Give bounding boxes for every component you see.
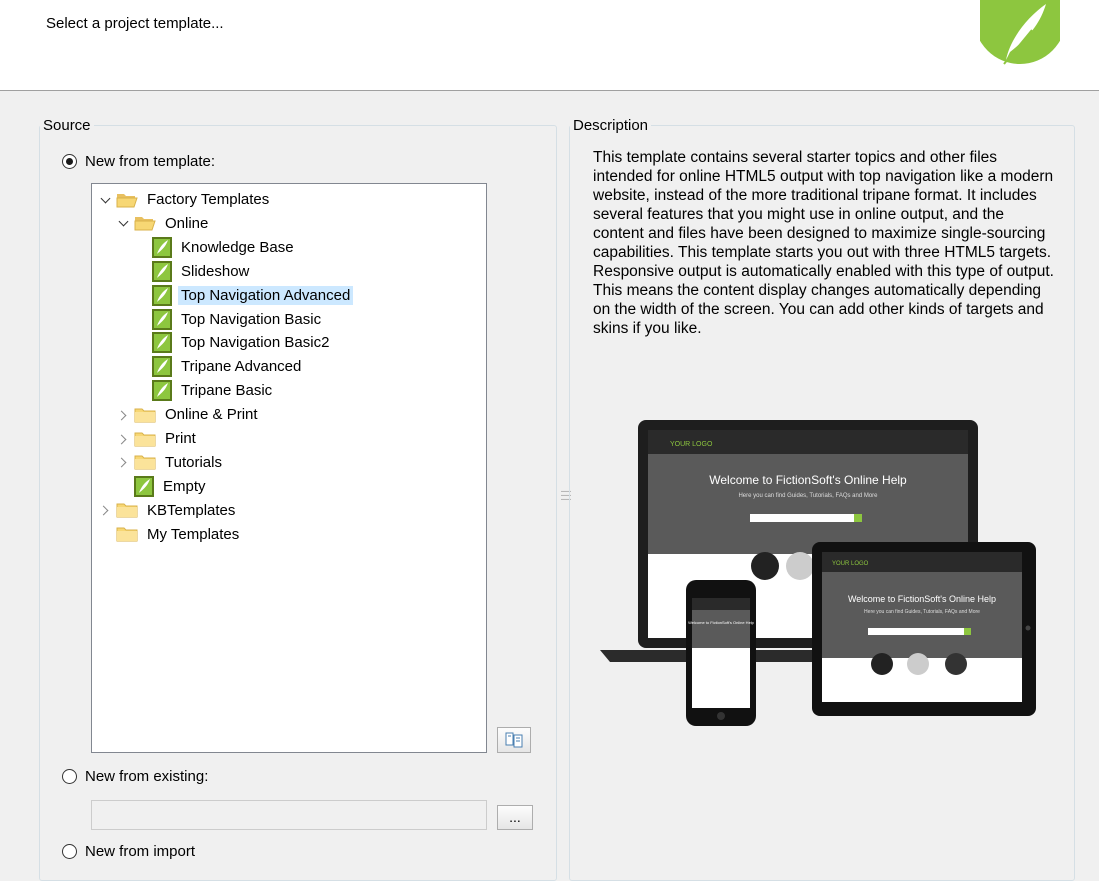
chevron-right-icon[interactable] xyxy=(100,504,112,516)
new-from-template-label: New from template: xyxy=(85,153,216,170)
template-icon xyxy=(152,356,172,378)
laptop-subheading: Here you can find Guides, Tutorials, FAQ… xyxy=(738,493,878,499)
tree-item-label: My Templates xyxy=(147,525,240,543)
tree-item[interactable]: Print xyxy=(118,427,199,450)
tree-item[interactable]: Top Navigation Basic2 xyxy=(136,331,332,354)
template-icon xyxy=(134,475,154,497)
tree-item-label: Tutorials xyxy=(165,453,222,471)
tree-item[interactable]: Top Navigation Basic xyxy=(136,308,324,331)
folder-icon xyxy=(134,455,156,470)
chevron-right-icon[interactable] xyxy=(118,456,130,468)
tree-item-label: Top Navigation Advanced xyxy=(178,285,354,305)
radio-unchecked-icon[interactable] xyxy=(62,844,77,859)
tree-item[interactable]: Tutorials xyxy=(118,451,225,474)
splitter-handle[interactable]: — — — xyxy=(561,487,571,505)
header-title: Select a project template... xyxy=(46,15,224,32)
tree-item[interactable]: Tripane Basic xyxy=(136,379,275,402)
new-from-import-radio[interactable]: New from import xyxy=(62,843,195,860)
tablet-logo-text: YOUR LOGO xyxy=(832,561,869,567)
chevron-right-icon[interactable] xyxy=(118,433,130,445)
template-icon xyxy=(152,284,172,306)
tree-item-label: Top Navigation Basic2 xyxy=(181,334,330,352)
tree-item[interactable]: Knowledge Base xyxy=(136,236,297,259)
template-tree[interactable]: Factory Templates Online Knowledge Base Sli… xyxy=(91,183,487,753)
folder-icon xyxy=(134,408,156,423)
template-icon xyxy=(152,380,172,402)
folder-icon xyxy=(134,432,156,446)
chevron-down-icon[interactable] xyxy=(100,194,112,206)
laptop-heading: Welcome to FictionSoft's Online Help xyxy=(709,473,907,487)
tree-item-label: Tripane Basic xyxy=(181,382,273,400)
description-legend: Description xyxy=(573,117,649,134)
radio-unchecked-icon[interactable] xyxy=(62,769,77,784)
tree-item[interactable]: Online & Print xyxy=(118,403,261,426)
existing-project-field[interactable] xyxy=(91,800,487,830)
chevron-down-icon[interactable] xyxy=(118,217,130,229)
tablet-subheading: Here you can find Guides, Tutorials, FAQ… xyxy=(864,609,980,615)
feather-logo-icon xyxy=(980,0,1060,65)
phone-heading: Welcome to FictionSoft's Online Help xyxy=(688,620,755,625)
tree-item-label: Knowledge Base xyxy=(181,238,294,256)
template-manager-icon xyxy=(505,732,523,748)
folder-icon xyxy=(116,527,138,542)
tree-item[interactable]: Tripane Advanced xyxy=(136,355,304,378)
browse-existing-button[interactable]: ... xyxy=(497,805,533,830)
folder-open-icon xyxy=(116,193,138,207)
template-icon xyxy=(152,236,172,258)
chevron-right-icon[interactable] xyxy=(118,409,130,421)
tree-item-label: Empty xyxy=(163,477,206,495)
source-legend: Source xyxy=(43,117,91,134)
folder-icon xyxy=(116,503,138,518)
tree-item[interactable]: My Templates xyxy=(100,523,242,546)
tree-item-label: Online & Print xyxy=(165,406,258,424)
tree-item-label: Online xyxy=(165,214,209,232)
template-icon xyxy=(152,308,172,330)
tree-item-label: Slideshow xyxy=(181,262,250,280)
template-icon xyxy=(152,332,172,354)
open-templates-folder-button[interactable] xyxy=(497,727,531,753)
tree-item[interactable]: KBTemplates xyxy=(100,499,238,522)
tree-item-label: Print xyxy=(165,430,196,447)
tree-item[interactable]: Factory Templates xyxy=(100,188,272,211)
template-preview-image: YOUR LOGO Welcome to FictionSoft's Onlin… xyxy=(600,420,1036,726)
description-text: This template contains several starter t… xyxy=(593,149,1054,337)
tree-item[interactable]: Empty xyxy=(118,475,209,498)
template-icon xyxy=(152,260,172,282)
tree-item[interactable]: Online xyxy=(118,212,211,235)
folder-open-icon xyxy=(134,217,156,231)
new-from-template-radio[interactable]: New from template: xyxy=(62,153,215,170)
laptop-logo-text: YOUR LOGO xyxy=(670,441,713,448)
tree-item-label: Tripane Advanced xyxy=(181,358,302,376)
tree-item-label: Factory Templates xyxy=(147,191,270,208)
tree-item-label: KBTemplates xyxy=(147,501,236,519)
new-from-existing-radio[interactable]: New from existing: xyxy=(62,768,208,785)
tree-item[interactable]: Top Navigation Advanced xyxy=(136,284,354,307)
tablet-heading: Welcome to FictionSoft's Online Help xyxy=(848,594,996,604)
tree-item-label: Top Navigation Basic xyxy=(181,310,322,328)
tree-item[interactable]: Slideshow xyxy=(136,260,252,283)
dialog-header: Select a project template... xyxy=(0,0,1099,91)
new-from-existing-label: New from existing: xyxy=(85,768,209,785)
radio-checked-icon[interactable] xyxy=(62,154,77,169)
new-from-import-label: New from import xyxy=(85,843,196,860)
